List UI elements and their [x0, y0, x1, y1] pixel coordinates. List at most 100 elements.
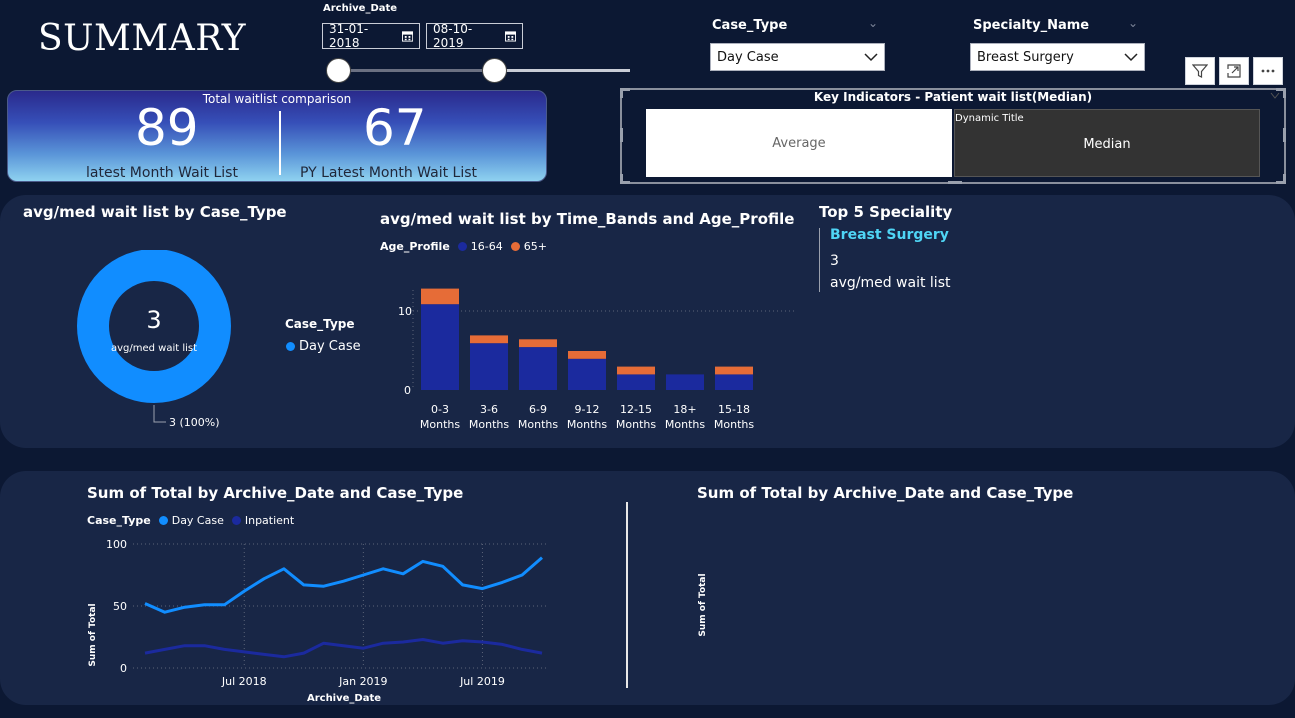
bar-age-16-64[interactable]: [519, 347, 557, 390]
bar-x-tick-label: 18+: [673, 403, 696, 416]
more-options-button[interactable]: [1253, 57, 1283, 85]
more-icon: [1261, 69, 1275, 73]
chevron-down-icon: [1124, 53, 1138, 62]
bar-age-65-plus[interactable]: [568, 351, 606, 359]
bar-x-tick-label: 12-15: [620, 403, 652, 416]
specialty-slicer-label: Specialty_Name: [973, 18, 1090, 33]
kpi-title: Total waitlist comparison: [202, 92, 352, 106]
filter-button[interactable]: [1185, 57, 1215, 85]
median-button[interactable]: Dynamic Title Median: [954, 109, 1260, 177]
date-end-input[interactable]: 08-10-2019: [426, 22, 523, 50]
bar-x-tick-label: Months: [518, 418, 558, 431]
line-x-axis-label: Archive_Date: [307, 693, 381, 704]
line-chart-2-y-axis-label: Sum of Total: [698, 573, 708, 637]
bar-age-16-64[interactable]: [568, 358, 606, 390]
resize-handle[interactable]: [1283, 88, 1286, 98]
line-x-tick: Jul 2019: [459, 675, 505, 688]
bar-chart[interactable]: 10 0 0-3 Months 3-6 Months 6-9 Months 9-12 Mont…: [380, 278, 800, 438]
key-indicators-title: Key Indicators - Patient wait list(Media…: [813, 90, 1093, 104]
expand-icon: [1227, 64, 1241, 78]
bar-age-65-plus[interactable]: [519, 339, 557, 348]
bar-x-tick-label: Months: [665, 418, 705, 431]
date-end-value: 08-10-2019: [433, 22, 473, 50]
latest-wait-list-label: latest Month Wait List: [86, 165, 238, 181]
dynamic-title: Dynamic Title: [955, 113, 1024, 124]
resize-handle[interactable]: [1283, 174, 1286, 184]
resize-handle[interactable]: [1283, 128, 1286, 142]
line-chart-legend: Case_Type Day Case Inpatient: [87, 514, 294, 527]
legend-label: 16-64: [470, 240, 503, 253]
case-type-selected: Day Case: [717, 49, 779, 65]
line-legend-item-1[interactable]: Inpatient: [231, 514, 295, 527]
bar-legend-title: Age_Profile: [380, 240, 450, 253]
donut-center-label: avg/med wait list: [110, 343, 198, 354]
bar-age-16-64[interactable]: [715, 374, 753, 390]
focus-mode-button[interactable]: [1219, 57, 1249, 85]
resize-handle[interactable]: [948, 181, 962, 184]
average-button[interactable]: Average: [646, 109, 952, 177]
bar-x-tick-label: Months: [714, 418, 754, 431]
waitlist-comparison-card: Total waitlist comparison 89 latest Mont…: [7, 90, 547, 182]
chevron-down-icon[interactable]: ⌄: [1128, 16, 1138, 30]
bar-x-tick-label: Months: [420, 418, 460, 431]
date-slider-end-handle[interactable]: [482, 58, 507, 83]
legend-label: Inpatient: [244, 514, 295, 527]
line-y-tick: 0: [120, 662, 127, 675]
line-chart[interactable]: 100 50 0 Jul 2018 Jan 2019 Jul 2019 Sum of To…: [80, 530, 560, 708]
py-wait-list-value: 67: [363, 99, 427, 157]
top5-item-name[interactable]: Breast Surgery: [830, 227, 949, 243]
top5-item-value: 3: [830, 253, 839, 269]
filter-icon: [1192, 64, 1208, 78]
specialty-selected: Breast Surgery: [977, 49, 1074, 65]
bar-age-16-64[interactable]: [666, 374, 704, 390]
bar-age-65-plus[interactable]: [470, 335, 508, 344]
resize-handle[interactable]: [620, 128, 623, 142]
specialty-dropdown[interactable]: Breast Surgery: [970, 43, 1145, 71]
bar-age-65-plus[interactable]: [421, 288, 459, 305]
top5-item-metric: avg/med wait list: [830, 275, 951, 291]
bar-age-65-plus[interactable]: [715, 366, 753, 375]
date-slider-range: [338, 69, 494, 72]
bar-x-tick-label: Months: [469, 418, 509, 431]
legend-dot: [457, 242, 467, 251]
bar-age-16-64[interactable]: [421, 304, 459, 390]
chevron-down-icon[interactable]: ⌄: [868, 16, 878, 30]
donut-legend-item[interactable]: Day Case: [286, 339, 361, 354]
bar-age-16-64[interactable]: [617, 374, 655, 390]
key-indicators-visual[interactable]: Key Indicators - Patient wait list(Media…: [620, 88, 1286, 184]
resize-handle[interactable]: [620, 174, 623, 184]
bar-legend-item-1[interactable]: 65+: [510, 240, 547, 253]
line-legend-item-0[interactable]: Day Case: [158, 514, 224, 527]
legend-dot: [286, 342, 295, 351]
bar-x-tick-label: 9-12: [575, 403, 600, 416]
calendar-icon[interactable]: [401, 30, 413, 42]
bar-x-tick-label: Months: [616, 418, 656, 431]
line-y-tick: 50: [113, 600, 127, 613]
line-chart-title: Sum of Total by Archive_Date and Case_Ty…: [87, 484, 464, 502]
bar-chart-title: avg/med wait list by Time_Bands and Age_…: [380, 210, 795, 228]
bar-y-tick: 10: [398, 305, 412, 318]
line-x-tick: Jan 2019: [338, 675, 387, 688]
case-type-slicer-label: Case_Type: [712, 18, 788, 33]
calendar-icon[interactable]: [504, 30, 516, 42]
bar-x-tick-label: 3-6: [480, 403, 498, 416]
legend-dot: [510, 242, 520, 251]
bar-y-tick: 0: [404, 384, 411, 397]
date-start-input[interactable]: 31-01-2018: [322, 22, 420, 50]
resize-handle[interactable]: [620, 88, 623, 98]
bar-legend-item-0[interactable]: 16-64: [457, 240, 503, 253]
line-y-axis-label: Sum of Total: [88, 603, 98, 666]
bar-age-16-64[interactable]: [470, 343, 508, 390]
legend-dot: [158, 516, 168, 525]
legend-label: Day Case: [299, 339, 361, 354]
legend-label: Day Case: [171, 514, 224, 527]
case-type-dropdown[interactable]: Day Case: [710, 43, 885, 71]
legend-label: 65+: [523, 240, 547, 253]
chevron-down-icon[interactable]: [1270, 92, 1280, 100]
top5-divider: [819, 228, 820, 292]
date-slider-start-handle[interactable]: [326, 58, 351, 83]
line-x-tick: Jul 2018: [221, 675, 267, 688]
bar-x-tick-label: 6-9: [529, 403, 547, 416]
donut-chart-title: avg/med wait list by Case_Type: [23, 203, 287, 221]
bar-age-65-plus[interactable]: [617, 366, 655, 375]
